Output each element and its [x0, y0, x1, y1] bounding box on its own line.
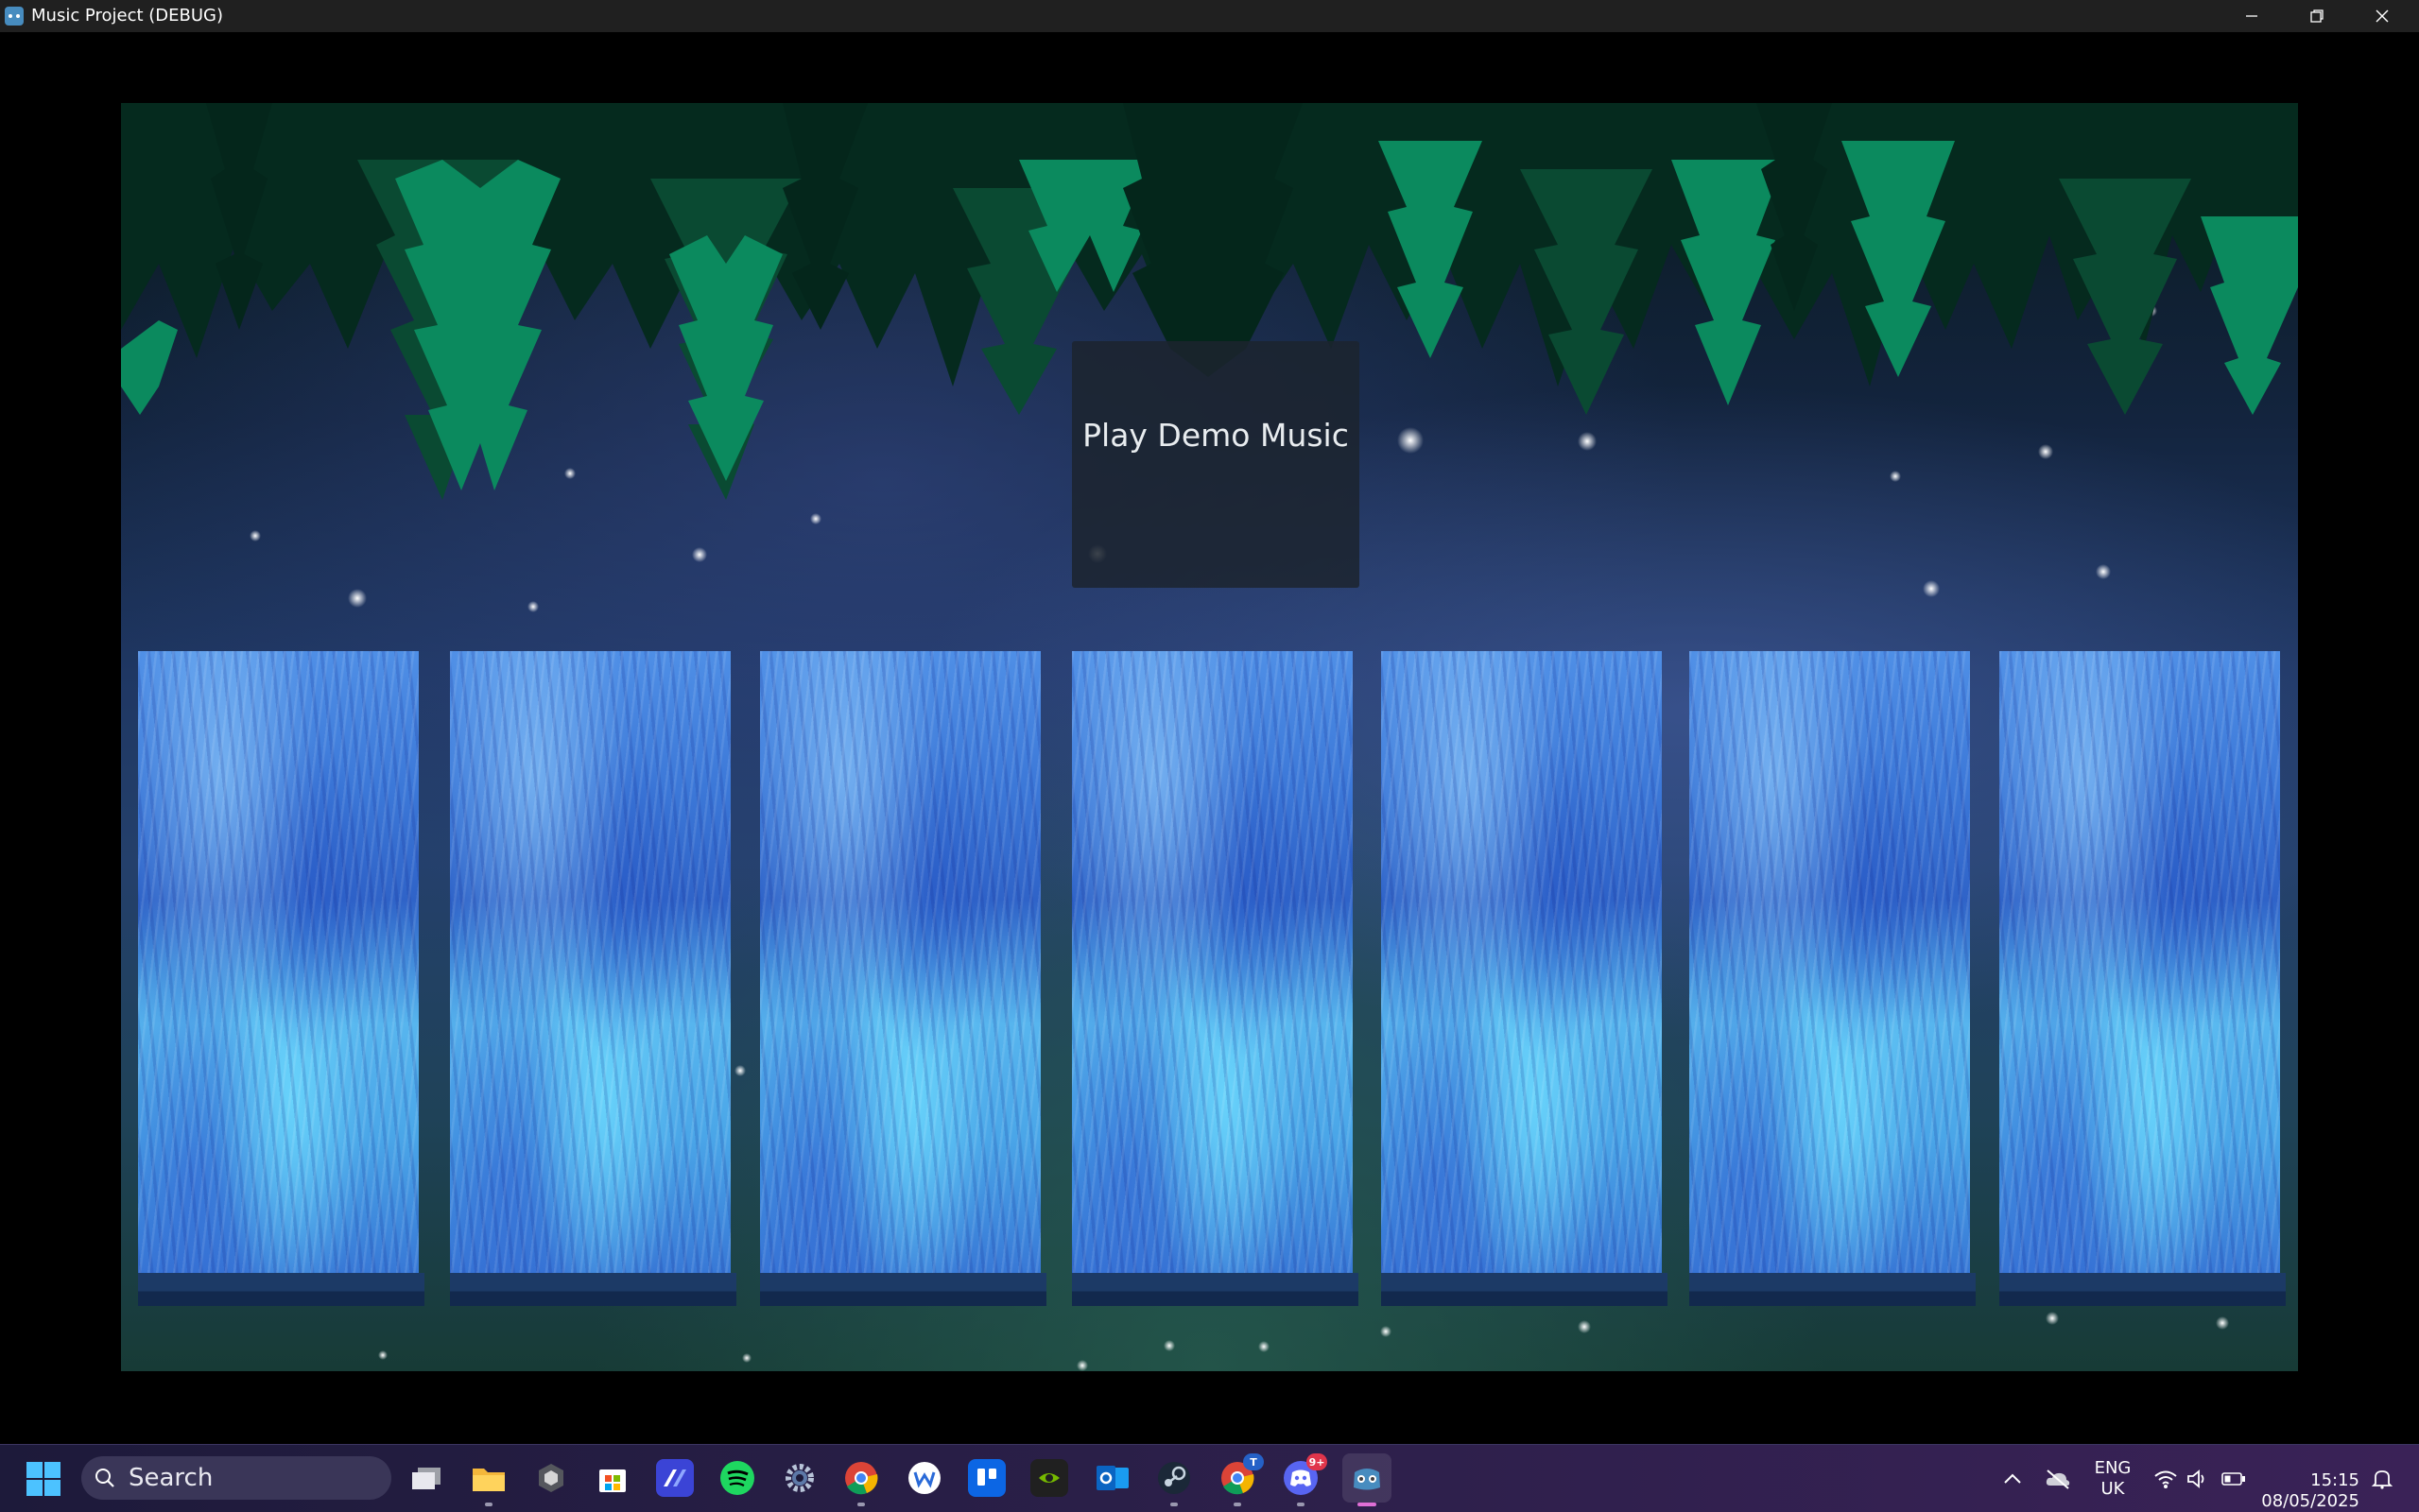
running-indicator	[1170, 1503, 1178, 1506]
waterfall-ledge	[1689, 1273, 1976, 1306]
active-indicator	[1357, 1503, 1376, 1506]
waterfall-6[interactable]	[1689, 651, 1976, 1315]
waterfall-water	[450, 651, 731, 1273]
taskbar: Search T 9+ ENG UK 15:15 08/05/2025	[0, 1444, 2419, 1512]
minimize-icon	[2246, 15, 2257, 17]
play-demo-music-button[interactable]: Play Demo Music	[1072, 341, 1359, 588]
volume-icon[interactable]	[2186, 1445, 2209, 1512]
hex-app-icon[interactable]	[532, 1459, 570, 1497]
windows-logo-pane	[26, 1480, 43, 1496]
restore-button[interactable]	[2285, 0, 2349, 32]
waterfall-ledge	[1072, 1273, 1358, 1306]
profile-badge: T	[1243, 1453, 1264, 1470]
waterfall-ledge	[450, 1273, 736, 1306]
windows-logo-pane	[44, 1462, 60, 1478]
windows-logo-pane	[44, 1480, 60, 1496]
waterfall-water	[1381, 651, 1662, 1273]
store-icon[interactable]	[594, 1459, 631, 1497]
clock[interactable]: 15:15 08/05/2025	[2259, 1445, 2359, 1512]
running-indicator	[485, 1503, 492, 1506]
code-app-icon[interactable]	[656, 1459, 694, 1497]
gear-icon[interactable]	[781, 1459, 819, 1497]
search-icon	[95, 1469, 114, 1487]
waterfall-water	[1689, 651, 1970, 1273]
waterfall-ledge	[1999, 1273, 2286, 1306]
task-view-icon[interactable]	[408, 1459, 446, 1497]
discord-icon[interactable]: 9+	[1282, 1453, 1327, 1506]
taskbar-search[interactable]: Search	[81, 1456, 391, 1500]
window-titlebar[interactable]: Music Project (DEBUG)	[0, 0, 2419, 32]
chevron-up-icon	[2004, 1473, 2021, 1484]
waterfall-1[interactable]	[138, 651, 424, 1315]
language-indicator[interactable]: ENG UK	[2092, 1445, 2134, 1512]
waterfall-ledge	[1381, 1273, 1667, 1306]
waterfall-water	[1999, 651, 2280, 1273]
godot-icon[interactable]	[1342, 1453, 1391, 1506]
trello-icon[interactable]	[968, 1459, 1006, 1497]
tray-overflow-button[interactable]	[2002, 1445, 2023, 1512]
start-button[interactable]	[26, 1462, 60, 1496]
onedrive-offline-icon[interactable]	[2045, 1445, 2071, 1512]
battery-icon[interactable]	[2221, 1445, 2246, 1512]
waterfall-ledge	[138, 1273, 424, 1306]
notifications-icon[interactable]	[2371, 1445, 2393, 1512]
wifi-icon[interactable]	[2153, 1445, 2178, 1512]
close-button[interactable]	[2350, 0, 2414, 32]
language-code: ENG	[2094, 1457, 2132, 1478]
chrome-icon[interactable]	[842, 1459, 880, 1506]
w-app-icon[interactable]	[906, 1459, 943, 1497]
waterfall-2[interactable]	[450, 651, 736, 1315]
outlook-icon[interactable]	[1094, 1459, 1132, 1497]
waterfall-ledge	[760, 1273, 1046, 1306]
keyboard-region: UK	[2100, 1478, 2125, 1499]
clock-time: 15:15	[2310, 1470, 2359, 1490]
windows-logo-pane	[26, 1462, 43, 1478]
folder-icon[interactable]	[470, 1459, 508, 1506]
restore-icon	[2310, 9, 2324, 23]
game-viewport[interactable]: Play Demo Music	[121, 103, 2298, 1371]
steam-icon[interactable]	[1155, 1459, 1193, 1506]
spotify-icon[interactable]	[718, 1459, 756, 1497]
waterfall-water	[760, 651, 1041, 1273]
waterfall-7[interactable]	[1999, 651, 2286, 1315]
godot-app-icon	[5, 7, 24, 26]
waterfall-5[interactable]	[1381, 651, 1667, 1315]
waterfall-water	[1072, 651, 1353, 1273]
clock-date: 08/05/2025	[2261, 1491, 2359, 1511]
notification-badge: 9+	[1306, 1453, 1327, 1470]
play-demo-music-label: Play Demo Music	[1082, 417, 1349, 454]
nvidia-icon[interactable]	[1030, 1459, 1068, 1497]
chrome-profile-icon[interactable]: T	[1218, 1453, 1264, 1506]
minimize-button[interactable]	[2220, 0, 2284, 32]
search-placeholder: Search	[129, 1464, 214, 1492]
window-title: Music Project (DEBUG)	[31, 6, 223, 26]
running-indicator	[857, 1503, 865, 1506]
waterfall-3[interactable]	[760, 651, 1046, 1315]
close-icon	[2376, 9, 2389, 23]
waterfall-water	[138, 651, 419, 1273]
running-indicator	[1234, 1503, 1241, 1506]
running-indicator	[1297, 1503, 1305, 1506]
waterfall-4[interactable]	[1072, 651, 1358, 1315]
